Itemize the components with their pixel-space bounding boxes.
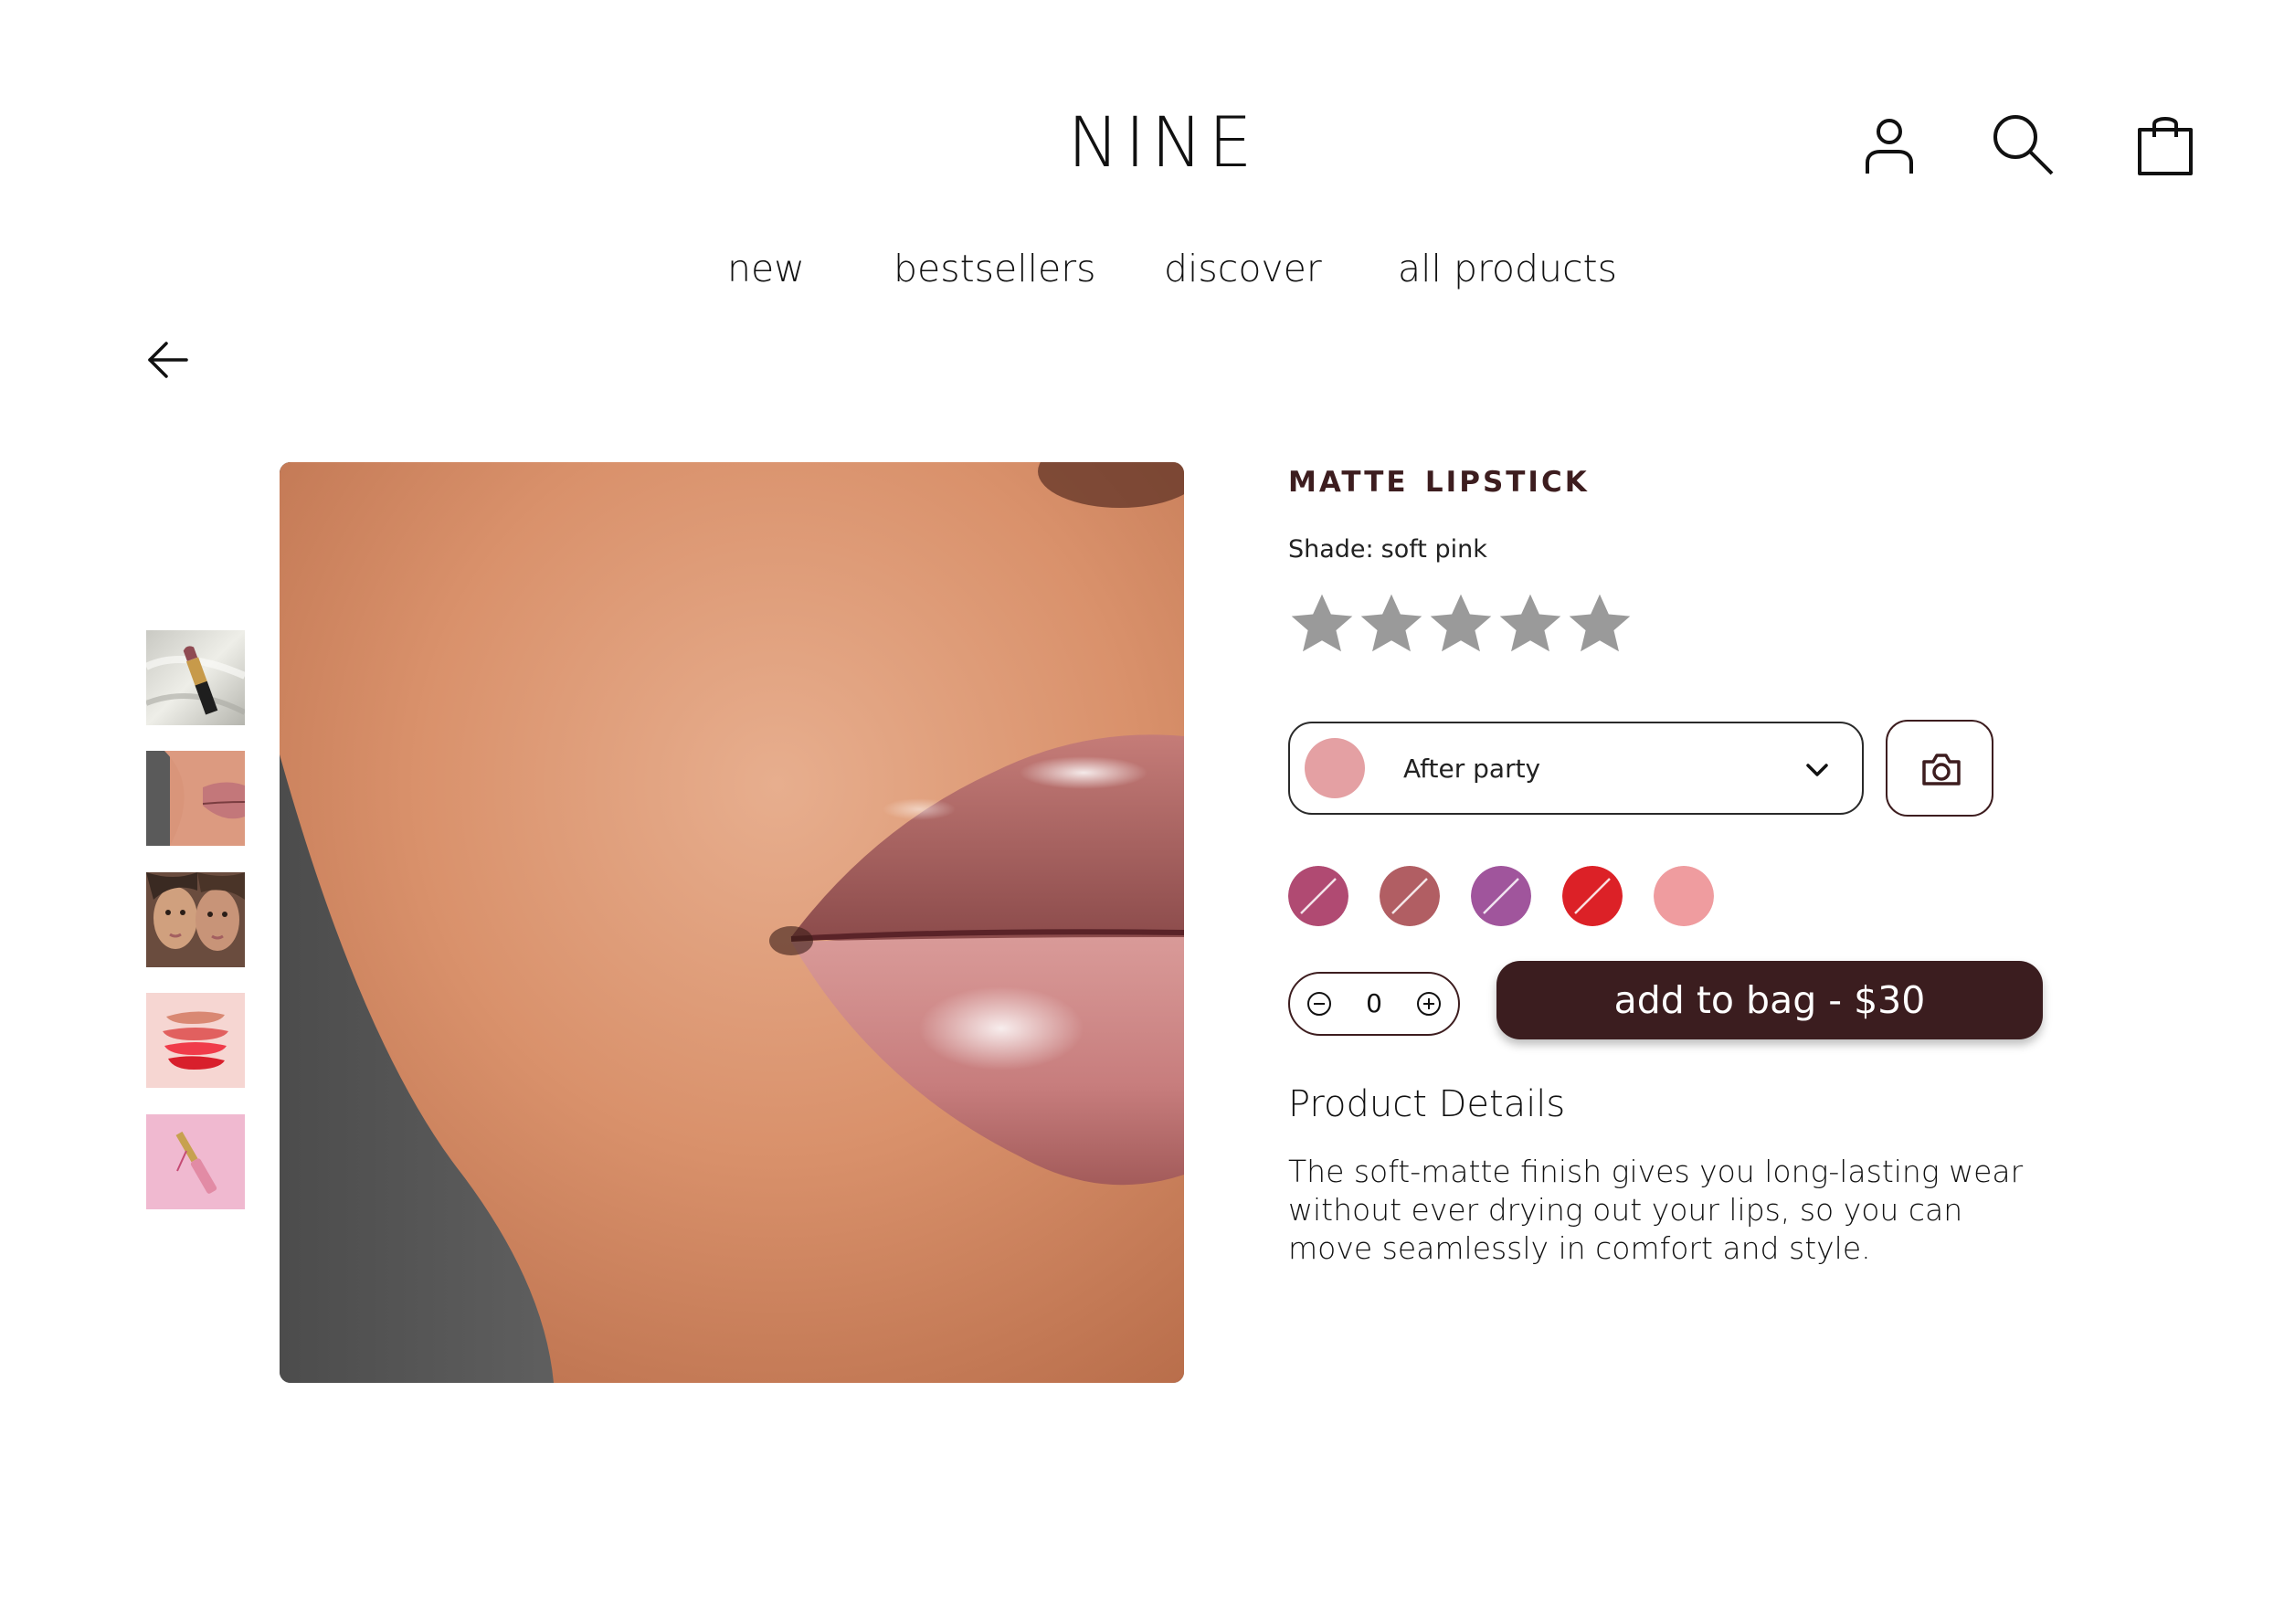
product-title: matte lipstick — [1288, 455, 1590, 501]
shade-swatch-unavailable[interactable] — [1380, 866, 1440, 926]
virtual-try-on-button[interactable] — [1886, 720, 1993, 817]
shade-swatch[interactable] — [1654, 866, 1714, 926]
thumbnail-lip-gloss[interactable] — [146, 1114, 245, 1209]
nav-item-bestsellers[interactable]: bestsellers — [894, 247, 1096, 290]
shade-swatch-unavailable[interactable] — [1562, 866, 1623, 926]
star-icon — [1496, 590, 1564, 658]
shade-swatch-unavailable[interactable] — [1288, 866, 1348, 926]
account-icon[interactable] — [1855, 110, 1924, 179]
thumbnail-lipstick-smears[interactable] — [146, 993, 245, 1088]
nav-item-all-products[interactable]: all products — [1398, 247, 1617, 290]
thumbnail-lipstick-on-silk[interactable] — [146, 630, 245, 725]
nav-item-discover[interactable]: discover — [1164, 247, 1322, 290]
arrow-left-icon[interactable] — [144, 336, 192, 384]
brand-logo[interactable]: NINE — [914, 108, 1412, 177]
rating-stars — [1288, 590, 1634, 658]
thumbnail-two-models[interactable] — [146, 872, 245, 967]
shade-select[interactable]: After party — [1288, 722, 1864, 815]
product-main-image — [280, 462, 1184, 1383]
thumbnail-lips-closeup[interactable] — [146, 751, 245, 846]
product-details-text: The soft-matte finish gives you long-las… — [1288, 1154, 2024, 1266]
star-icon — [1427, 590, 1495, 658]
shade-swatch-unavailable[interactable] — [1471, 866, 1531, 926]
selected-shade-swatch — [1305, 738, 1365, 798]
chevron-down-icon — [1802, 754, 1833, 786]
shopping-bag-icon[interactable] — [2131, 110, 2200, 179]
shade-label: Shade: — [1288, 535, 1374, 564]
shade-select-value: After party — [1403, 754, 1541, 784]
product-details-heading: Product Details — [1288, 1083, 1566, 1125]
nav-item-new[interactable]: new — [727, 247, 805, 290]
camera-icon — [1922, 754, 1961, 786]
star-icon — [1288, 590, 1356, 658]
search-icon[interactable] — [1988, 110, 2057, 179]
add-to-bag-button[interactable]: add to bag - $30 — [1496, 961, 2043, 1039]
star-icon — [1358, 590, 1425, 658]
plus-circle-icon[interactable] — [1416, 991, 1442, 1017]
star-icon — [1566, 590, 1634, 658]
shade-value: soft pink — [1380, 535, 1487, 564]
quantity-stepper: 0 — [1288, 972, 1460, 1036]
shade-info: Shade: soft pink — [1288, 535, 1487, 564]
